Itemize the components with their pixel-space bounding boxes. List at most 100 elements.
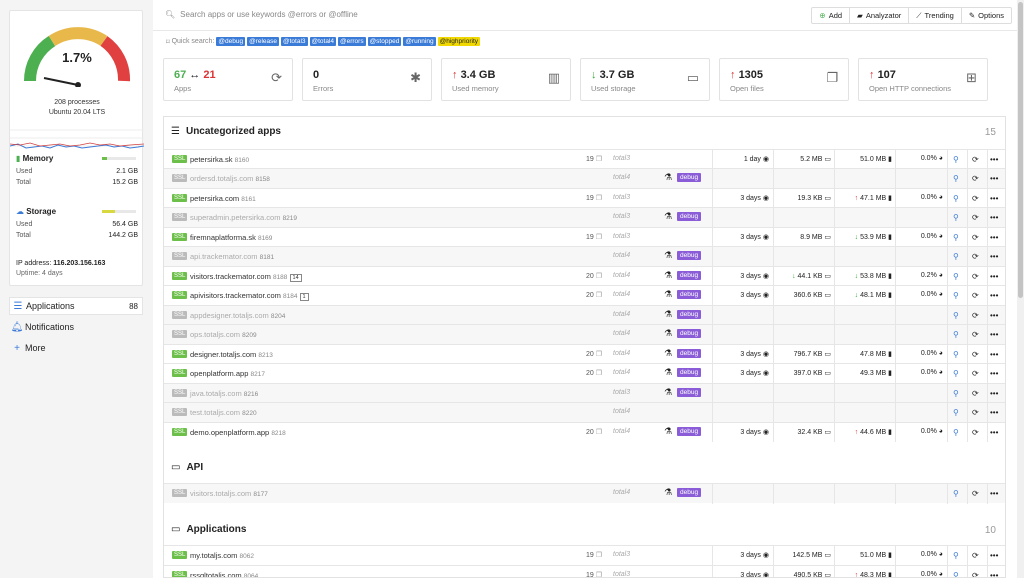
quick-tag[interactable]: @stopped — [367, 37, 402, 46]
more-icon[interactable]: ••• — [990, 233, 998, 242]
table-row[interactable]: SSL petersirka.com 8161 19 ❐ total3 3 days ◉… — [164, 187, 1005, 208]
app-name[interactable]: my.totaljs.com 8062 — [190, 551, 254, 560]
search-icon[interactable]: ⚲ — [953, 551, 959, 560]
app-name[interactable]: superadmin.petersirka.com 8219 — [190, 213, 297, 222]
quick-tag[interactable]: @release — [247, 37, 279, 46]
more-icon[interactable]: ••• — [990, 291, 998, 300]
table-row[interactable]: SSL firemnaplatforma.sk 8169 19 ❐ total3 3 d… — [164, 226, 1005, 247]
search-icon[interactable]: ⚲ — [953, 369, 959, 378]
app-name[interactable]: petersirka.com 8161 — [190, 194, 256, 203]
restart-icon[interactable]: ⟳ — [972, 489, 979, 498]
more-icon[interactable]: ••• — [990, 272, 998, 281]
search-icon[interactable]: ⚲ — [953, 350, 959, 359]
nav-notifications[interactable]: 🔔︎ Notifications — [9, 318, 143, 336]
app-name[interactable]: visitors.trackemator.com 8188 14 — [190, 272, 302, 282]
restart-icon[interactable]: ⟳ — [972, 233, 979, 242]
search-input[interactable]: 🔍︎ Search apps or use keywords @errors or… — [165, 10, 358, 19]
trending-button[interactable]: ⟋ Trending — [908, 8, 961, 23]
more-icon[interactable]: ••• — [990, 311, 998, 320]
nav-applications[interactable]: ☰ Applications 88 — [9, 297, 143, 315]
restart-icon[interactable]: ⟳ — [972, 213, 979, 222]
table-row[interactable]: SSL appdesigner.totaljs.com 8204 total4 ⚗ de… — [164, 304, 1005, 325]
search-icon[interactable]: ⚲ — [953, 428, 959, 437]
table-row[interactable]: SSL visitors.trackemator.com 8188 14 20 ❐ t… — [164, 265, 1005, 286]
table-row[interactable]: SSL superadmin.petersirka.com 8219 total3 ⚗… — [164, 207, 1005, 228]
app-name[interactable]: designer.totaljs.com 8213 — [190, 350, 273, 359]
nav-more[interactable]: + More — [9, 339, 143, 357]
restart-icon[interactable]: ⟳ — [972, 155, 979, 164]
quick-tag[interactable]: @total4 — [309, 37, 336, 46]
restart-icon[interactable]: ⟳ — [972, 291, 979, 300]
add-button[interactable]: ⊕ Add — [812, 8, 849, 23]
restart-icon[interactable]: ⟳ — [972, 571, 979, 578]
restart-icon[interactable]: ⟳ — [972, 272, 979, 281]
app-name[interactable]: openplatform.app 8217 — [190, 369, 265, 378]
app-name[interactable]: rssqltotaljs.com 8064 — [190, 571, 258, 578]
table-row[interactable]: SSL visitors.totaljs.com 8177 total4 ⚗ debug… — [164, 483, 1005, 504]
scrollbar-thumb[interactable] — [1018, 2, 1023, 298]
search-icon[interactable]: ⚲ — [953, 408, 959, 417]
search-icon[interactable]: ⚲ — [953, 194, 959, 203]
app-name[interactable]: apivisitors.trackemator.com 8184 1 — [190, 291, 309, 301]
more-icon[interactable]: ••• — [990, 571, 998, 578]
more-icon[interactable]: ••• — [990, 252, 998, 261]
table-row[interactable]: SSL rssqltotaljs.com 8064 19 ❐ total3 3 days… — [164, 564, 1005, 578]
restart-icon[interactable]: ⟳ — [972, 389, 979, 398]
app-name[interactable]: ordersd.totaljs.com 8158 — [190, 174, 270, 183]
table-row[interactable]: SSL my.totaljs.com 8062 19 ❐ total3 3 days ◉… — [164, 545, 1005, 566]
more-icon[interactable]: ••• — [990, 551, 998, 560]
options-button[interactable]: ✎ Options — [960, 8, 1011, 23]
search-icon[interactable]: ⚲ — [953, 252, 959, 261]
table-row[interactable]: SSL java.totaljs.com 8216 total3 ⚗ debug ⚲ ⟳ ••… — [164, 382, 1005, 403]
table-row[interactable]: SSL designer.totaljs.com 8213 20 ❐ total4 ⚗ d… — [164, 343, 1005, 364]
app-name[interactable]: demo.openplatform.app 8218 — [190, 428, 286, 437]
quick-tag[interactable]: @total3 — [281, 37, 308, 46]
more-icon[interactable]: ••• — [990, 330, 998, 339]
restart-icon[interactable]: ⟳ — [972, 174, 979, 183]
search-icon[interactable]: ⚲ — [953, 213, 959, 222]
table-row[interactable]: SSL test.totaljs.com 8220 total4 ⚲ ⟳ ••• — [164, 402, 1005, 423]
scrollbar[interactable] — [1017, 0, 1024, 578]
search-icon[interactable]: ⚲ — [953, 330, 959, 339]
search-icon[interactable]: ⚲ — [953, 291, 959, 300]
search-icon[interactable]: ⚲ — [953, 174, 959, 183]
restart-icon[interactable]: ⟳ — [972, 369, 979, 378]
restart-icon[interactable]: ⟳ — [972, 551, 979, 560]
app-name[interactable]: appdesigner.totaljs.com 8204 — [190, 311, 285, 320]
search-icon[interactable]: ⚲ — [953, 155, 959, 164]
more-icon[interactable]: ••• — [990, 489, 998, 498]
table-row[interactable]: SSL petersirka.sk 8160 19 ❐ total3 1 day ◉ 5.… — [164, 148, 1005, 169]
app-name[interactable]: petersirka.sk 8160 — [190, 155, 249, 164]
search-icon[interactable]: ⚲ — [953, 489, 959, 498]
table-row[interactable]: SSL demo.openplatform.app 8218 20 ❐ total4 ⚗… — [164, 421, 1005, 442]
restart-icon[interactable]: ⟳ — [972, 194, 979, 203]
more-icon[interactable]: ••• — [990, 428, 998, 437]
app-name[interactable]: java.totaljs.com 8216 — [190, 389, 258, 398]
app-name[interactable]: ops.totaljs.com 8209 — [190, 330, 257, 339]
app-name[interactable]: api.trackemator.com 8181 — [190, 252, 274, 261]
restart-icon[interactable]: ⟳ — [972, 311, 979, 320]
table-row[interactable]: SSL ops.totaljs.com 8209 total4 ⚗ debug ⚲ ⟳ ••• — [164, 324, 1005, 345]
table-row[interactable]: SSL api.trackemator.com 8181 total4 ⚗ debug ⚲… — [164, 246, 1005, 267]
quick-tag[interactable]: @debug — [216, 37, 246, 46]
more-icon[interactable]: ••• — [990, 155, 998, 164]
more-icon[interactable]: ••• — [990, 369, 998, 378]
restart-icon[interactable]: ⟳ — [972, 428, 979, 437]
quick-tag[interactable]: @highpriority — [437, 37, 480, 46]
quick-tag[interactable]: @running — [403, 37, 436, 46]
search-icon[interactable]: ⚲ — [953, 272, 959, 281]
more-icon[interactable]: ••• — [990, 174, 998, 183]
analyzator-button[interactable]: ▰ Analyzator — [849, 8, 908, 23]
restart-icon[interactable]: ⟳ — [972, 408, 979, 417]
table-row[interactable]: SSL ordersd.totaljs.com 8158 total4 ⚗ debug ⚲… — [164, 168, 1005, 189]
app-name[interactable]: test.totaljs.com 8220 — [190, 408, 257, 417]
more-icon[interactable]: ••• — [990, 350, 998, 359]
restart-icon[interactable]: ⟳ — [972, 330, 979, 339]
table-row[interactable]: SSL openplatform.app 8217 20 ❐ total4 ⚗ debug… — [164, 363, 1005, 384]
more-icon[interactable]: ••• — [990, 213, 998, 222]
restart-icon[interactable]: ⟳ — [972, 252, 979, 261]
table-row[interactable]: SSL apivisitors.trackemator.com 8184 1 20 … — [164, 285, 1005, 306]
app-name[interactable]: visitors.totaljs.com 8177 — [190, 489, 268, 498]
search-icon[interactable]: ⚲ — [953, 233, 959, 242]
app-name[interactable]: firemnaplatforma.sk 8169 — [190, 233, 272, 242]
